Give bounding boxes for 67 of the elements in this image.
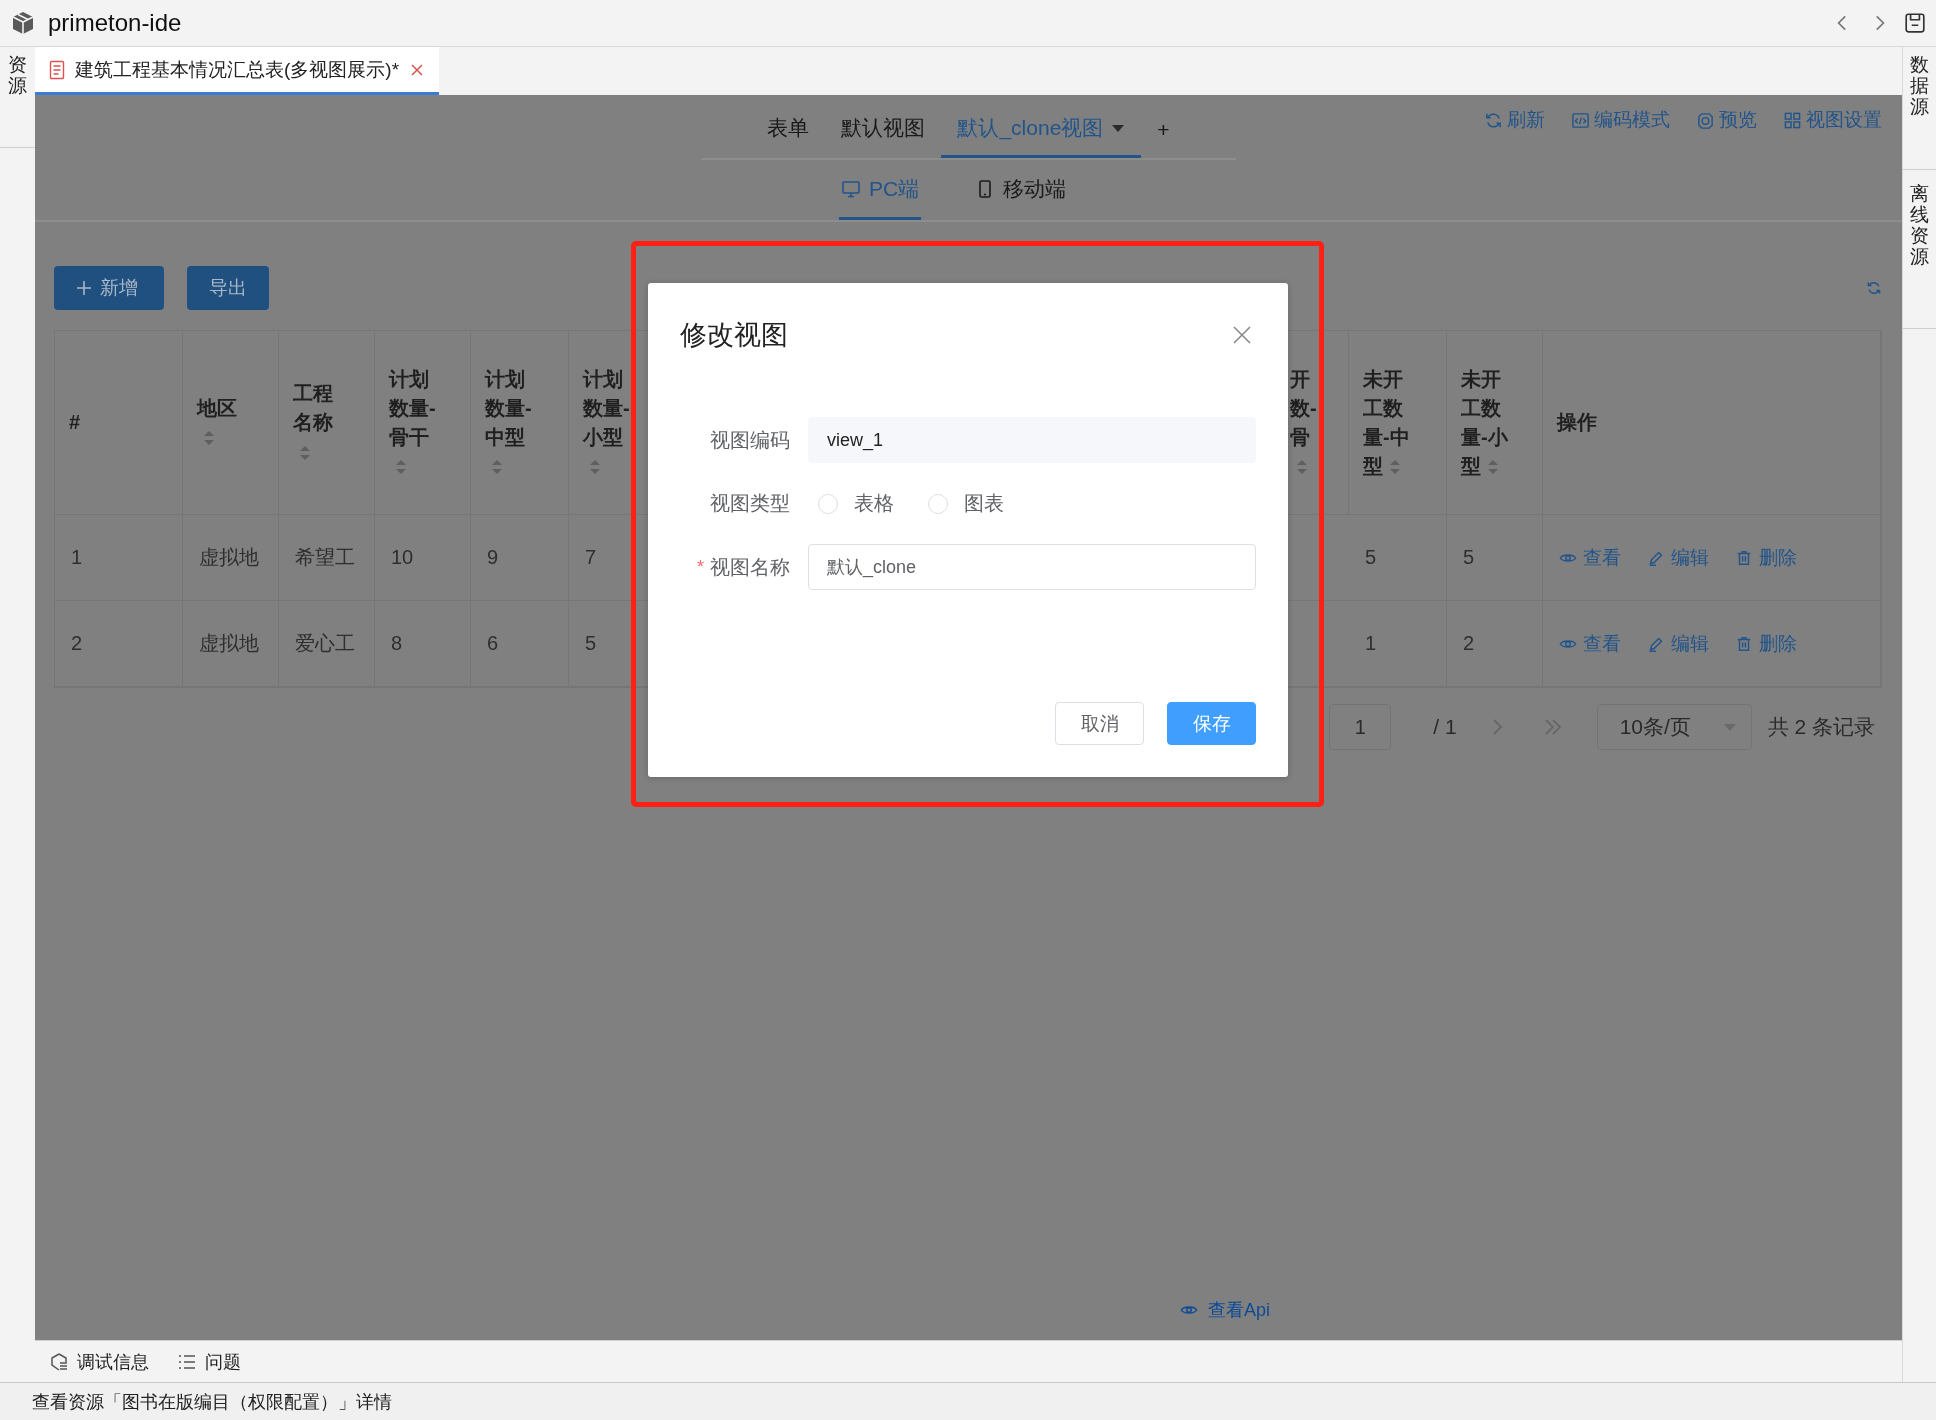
table-cell: 希望工 [279, 515, 375, 601]
trash-icon [1735, 548, 1753, 567]
page-size-select[interactable]: 10条/页 [1596, 704, 1752, 750]
add-view-button[interactable]: + [1141, 95, 1186, 158]
camera-icon [1696, 110, 1715, 130]
plus-icon [76, 280, 92, 296]
code-icon [1571, 110, 1590, 130]
field-label: 视图编码 [710, 427, 790, 453]
view-tab[interactable]: 默认视图 [825, 95, 942, 158]
panel-tab[interactable]: 问题 [177, 1349, 241, 1374]
export-button[interactable]: 导出 [187, 266, 269, 310]
field-label: 视图类型 [710, 491, 790, 516]
close-icon[interactable] [1232, 325, 1252, 345]
radio-circle[interactable] [818, 493, 838, 514]
radio-option[interactable]: 图表 [928, 490, 1004, 517]
view-tab[interactable]: 表单 [751, 95, 826, 158]
close-icon[interactable] [409, 61, 426, 78]
column-header: 地区 [183, 331, 279, 515]
column-header: # [55, 331, 183, 515]
table-cell: 10 [375, 515, 471, 601]
panel-tab[interactable]: 调试信息 [49, 1349, 149, 1374]
field-label: 视图名称 [710, 554, 790, 580]
table-cell: 8 [375, 601, 471, 687]
table-cell: 虚拟地 [183, 601, 279, 687]
document-icon [49, 59, 65, 80]
caret-icon[interactable] [1111, 123, 1126, 133]
save-button[interactable]: 保存 [1167, 702, 1256, 745]
column-header: 工程名称 [279, 331, 375, 515]
column-header: 计划数量-中型 [471, 331, 569, 515]
table-cell: 1 [1349, 601, 1447, 687]
table-cell: 9 [471, 515, 569, 601]
table-cell: 2 [55, 601, 183, 687]
window-title: primeton-ide [48, 9, 182, 37]
table-cell: 5 [1349, 515, 1447, 601]
refresh-icon[interactable] [1866, 280, 1882, 296]
radio-circle[interactable] [928, 493, 948, 514]
column-header: 操作 [1543, 331, 1881, 515]
cancel-button[interactable]: 取消 [1055, 702, 1144, 745]
table-cell: 6 [471, 601, 569, 687]
add-button[interactable]: 新增 [54, 266, 164, 310]
trash-icon [1735, 634, 1753, 653]
required-mark: * [697, 556, 704, 578]
table-cell: 1 [55, 515, 183, 601]
sidebar-tab[interactable]: 资源 [8, 47, 27, 147]
monitor-icon [840, 178, 861, 199]
input-field[interactable]: 默认_clone [808, 544, 1256, 590]
page-input[interactable]: 1 [1329, 704, 1392, 750]
radio-option[interactable]: 表格 [818, 490, 894, 517]
save-icon[interactable] [1904, 12, 1926, 34]
cube-icon [10, 10, 36, 36]
record-count: 共 2 条记录 [1767, 714, 1875, 740]
sidebar-tab[interactable]: 离线资源 [1910, 176, 1929, 328]
column-header: 计划数量-骨干 [375, 331, 471, 515]
table-cell: 5 [1447, 515, 1543, 601]
bug-icon [49, 1351, 69, 1372]
editor-tab[interactable]: 建筑工程基本情况汇总表(多视图展示)* [35, 47, 440, 95]
table-cell: 2 [1447, 601, 1543, 687]
table-cell: 爱心工 [279, 601, 375, 687]
column-header: 未开工数量-小型 [1447, 331, 1543, 515]
sidebar-tab[interactable]: 数据源 [1910, 47, 1929, 169]
grid-icon [1783, 110, 1802, 130]
column-header: 未开工数量-中型 [1349, 331, 1447, 515]
table-cell: 虚拟地 [183, 515, 279, 601]
page-count: / 1 [1433, 715, 1457, 739]
api-link[interactable]: 查看Api [1180, 1298, 1270, 1322]
refresh-icon [1484, 110, 1503, 130]
device-tab[interactable]: 移动端 [973, 160, 1069, 220]
